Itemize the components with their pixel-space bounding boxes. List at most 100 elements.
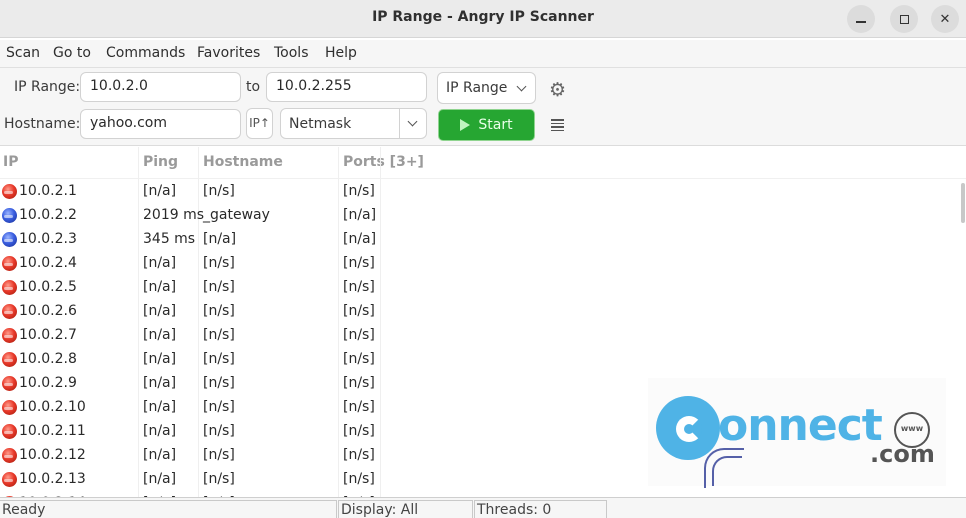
menu-help[interactable]: Help <box>325 45 357 61</box>
menu-favorites[interactable]: Favorites <box>197 45 260 61</box>
host-dead-icon <box>2 400 17 415</box>
cell-ip: 10.0.2.6 <box>19 303 77 319</box>
status-threads: Threads: 0 <box>474 500 607 518</box>
column-header-hostname[interactable]: Hostname <box>203 154 283 170</box>
cell-hostname: [n/s] <box>203 351 235 367</box>
netmask-divider <box>399 109 400 139</box>
host-dead-icon <box>2 352 17 367</box>
host-dead-icon <box>2 472 17 487</box>
status-display: Display: All <box>338 500 473 518</box>
host-dead-icon <box>2 304 17 319</box>
toolbar: IP Range: 10.0.2.0 to 10.0.2.255 IP Rang… <box>0 68 966 146</box>
maximize-icon <box>899 14 909 24</box>
cell-ping: [n/a] <box>143 447 177 463</box>
cell-ports: [n/s] <box>343 327 375 343</box>
table-row[interactable]: 10.0.2.7 [n/a] [n/s] [n/s] <box>0 323 960 347</box>
start-button[interactable]: Start <box>438 109 535 141</box>
table-row[interactable]: 10.0.2.4 [n/a] [n/s] [n/s] <box>0 251 960 275</box>
cell-ping: [n/a] <box>143 255 177 271</box>
cell-hostname: [n/s] <box>203 399 235 415</box>
cell-hostname: [n/s] <box>203 183 235 199</box>
netmask-select[interactable]: Netmask <box>280 108 427 139</box>
cell-ping: [n/a] <box>143 471 177 487</box>
ip-range-start-input[interactable]: 10.0.2.0 <box>80 72 241 102</box>
column-header-ping[interactable]: Ping <box>143 154 178 170</box>
table-row[interactable]: 10.0.2.2 2019 ms _gateway [n/a] <box>0 203 960 227</box>
title-bar: IP Range - Angry IP Scanner ✕ <box>0 0 966 38</box>
cell-hostname: [n/s] <box>203 327 235 343</box>
host-dead-icon <box>2 280 17 295</box>
menu-tools[interactable]: Tools <box>274 45 309 61</box>
status-bar: Ready Display: All Threads: 0 <box>0 497 966 518</box>
hostname-input[interactable]: yahoo.com <box>80 109 241 139</box>
feeder-select-value: IP Range <box>446 80 508 96</box>
menu-go-to[interactable]: Go to <box>53 45 91 61</box>
watermark-logo: onnect www .com <box>648 378 946 488</box>
cell-ping: 345 ms <box>143 231 196 247</box>
vertical-scrollbar[interactable] <box>961 183 965 223</box>
cell-hostname: [n/s] <box>203 447 235 463</box>
cell-ip: 10.0.2.10 <box>19 399 86 415</box>
column-header-ports[interactable]: Ports [3+] <box>343 154 424 170</box>
cell-ports: [n/s] <box>343 447 375 463</box>
cell-hostname: [n/s] <box>203 255 235 271</box>
ip-up-button[interactable]: IP↑ <box>246 108 273 139</box>
signal-wave-icon <box>712 456 742 486</box>
cell-ping: [n/a] <box>143 351 177 367</box>
host-dead-icon <box>2 328 17 343</box>
minimize-button[interactable] <box>847 5 875 33</box>
table-row[interactable]: 10.0.2.3 345 ms [n/a] [n/a] <box>0 227 960 251</box>
table-row[interactable]: 10.0.2.5 [n/a] [n/s] [n/s] <box>0 275 960 299</box>
ip-range-label: IP Range: <box>14 79 81 95</box>
host-dead-icon <box>2 448 17 463</box>
cell-hostname: _gateway <box>203 207 270 223</box>
cell-ports: [n/s] <box>343 255 375 271</box>
menu-scan[interactable]: Scan <box>6 45 40 61</box>
cell-ping: 2019 ms <box>143 207 205 223</box>
cell-ip: 10.0.2.5 <box>19 279 77 295</box>
close-button[interactable]: ✕ <box>931 5 959 33</box>
maximize-button[interactable] <box>890 5 918 33</box>
host-alive-icon <box>2 208 17 223</box>
cell-ping: [n/a] <box>143 303 177 319</box>
netmask-select-value: Netmask <box>289 116 352 132</box>
hostname-label: Hostname: <box>4 116 81 132</box>
cell-ports: [n/s] <box>343 303 375 319</box>
host-dead-icon <box>2 376 17 391</box>
cell-ip: 10.0.2.2 <box>19 207 77 223</box>
close-icon: ✕ <box>939 11 951 27</box>
cell-hostname: [n/s] <box>203 303 235 319</box>
cell-ping: [n/a] <box>143 375 177 391</box>
table-row[interactable]: 10.0.2.6 [n/a] [n/s] [n/s] <box>0 299 960 323</box>
cell-ping: [n/a] <box>143 279 177 295</box>
list-icon[interactable] <box>551 119 564 133</box>
cell-hostname: [n/s] <box>203 423 235 439</box>
menu-bar: Scan Go to Commands Favorites Tools Help <box>0 40 966 68</box>
cell-ping: [n/a] <box>143 183 177 199</box>
ip-range-end-input[interactable]: 10.0.2.255 <box>266 72 427 102</box>
cell-ports: [n/s] <box>343 375 375 391</box>
cell-ports: [n/s] <box>343 471 375 487</box>
play-icon <box>460 119 471 131</box>
globe-text: www <box>900 424 924 433</box>
cell-ports: [n/s] <box>343 423 375 439</box>
cell-ip: 10.0.2.11 <box>19 423 86 439</box>
menu-commands[interactable]: Commands <box>106 45 185 61</box>
logo-c-circle <box>656 396 720 460</box>
column-header-ip[interactable]: IP <box>3 154 18 170</box>
table-row[interactable]: 10.0.2.1 [n/a] [n/s] [n/s] <box>0 179 960 203</box>
cell-hostname: [n/s] <box>203 471 235 487</box>
host-dead-icon <box>2 424 17 439</box>
cell-ip: 10.0.2.8 <box>19 351 77 367</box>
cell-hostname: [n/s] <box>203 279 235 295</box>
minimize-icon <box>856 21 866 23</box>
start-label: Start <box>478 117 513 133</box>
cell-ip: 10.0.2.12 <box>19 447 86 463</box>
gear-icon[interactable]: ⚙ <box>549 79 566 101</box>
logo-suffix-text: .com <box>870 440 935 468</box>
table-row[interactable]: 10.0.2.8 [n/a] [n/s] [n/s] <box>0 347 960 371</box>
host-dead-icon <box>2 184 17 199</box>
feeder-select[interactable]: IP Range <box>437 72 536 104</box>
cell-ports: [n/a] <box>343 207 377 223</box>
cell-ports: [n/a] <box>343 231 377 247</box>
